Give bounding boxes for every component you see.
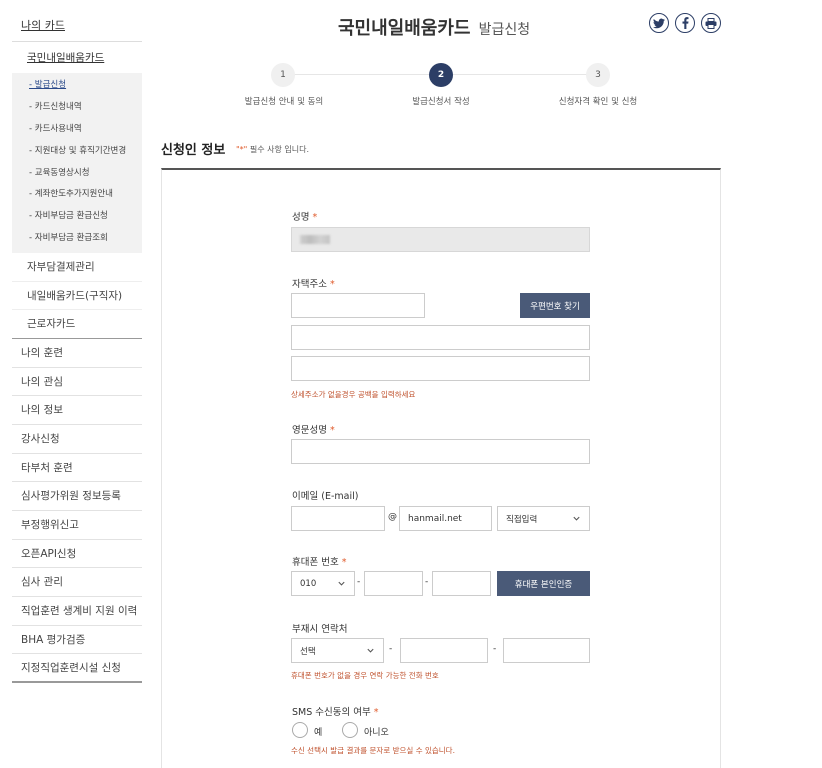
email-label: 이메일 (E-mail) [292,491,359,502]
step-3-label: 신청자격 확인 및 신청 [558,97,638,107]
sidebar-item-my-interest[interactable]: 나의 관심 [12,368,142,397]
sidebar-item-my-card[interactable]: 나의 카드 [12,8,142,42]
phone-label: 휴대폰 번호 * [292,554,346,568]
sms-no-radio[interactable] [342,722,358,738]
name-label-text: 성명 [292,212,310,223]
name-label: 성명 * [292,209,317,223]
sms-yes-radio[interactable] [292,722,308,738]
address-help-text: 상세주소가 없을경우 공백을 입력하세요 [291,390,416,399]
step-2-circle: 2 [429,63,453,87]
phone-middle-input[interactable] [364,571,423,596]
required-star: * [312,212,318,223]
alt-phone-area-value: 선택 [300,646,316,657]
english-name-label-text: 영문성명 [292,425,327,436]
sms-help-text: 수신 선택시 발급 결과를 문자로 받으실 수 있습니다. [291,746,455,755]
applicant-form [161,168,721,768]
sidebar-item-living-cost-history[interactable]: 직업훈련 생계비 지원 이력 [12,597,142,626]
sms-consent-label-text: SMS 수신동의 여부 [292,707,371,718]
address-label: 자택주소 * [292,276,335,290]
required-note-text: 필수 사항 입니다. [247,145,310,154]
sidebar-item-instructor-apply[interactable]: 강사신청 [12,425,142,454]
english-name-label: 영문성명 * [292,422,335,436]
sidebar-item-self-payment[interactable]: 자부담결제관리 [12,253,142,282]
page-title-sub: 발급신청 [478,22,531,38]
address-line1-input[interactable] [291,325,590,350]
alt-phone-dash: - [389,644,393,654]
sidebar-item-my-training[interactable]: 나의 훈련 [12,339,142,368]
required-note: "*" 필수 사항 입니다. [236,144,309,155]
email-id-input[interactable] [291,506,385,531]
alt-phone-area-select[interactable]: 선택 [291,638,384,663]
sidebar-item-facility-apply[interactable]: 지정직업훈련시설 신청 [12,654,142,684]
sidebar-subitem-refund-apply[interactable]: - 자비부담금 환급신청 [12,206,142,228]
sms-no-label[interactable]: 아니오 [364,725,389,738]
sms-consent-label: SMS 수신동의 여부 * [292,704,379,718]
required-star: * [373,707,379,718]
alt-phone-middle-input[interactable] [400,638,488,663]
sidebar-item-national-card[interactable]: 국민내일배움카드 [12,42,142,73]
sidebar-item-jobseeker-card[interactable]: 내일배움카드(구직자) [12,282,142,311]
print-icon[interactable] [701,13,721,33]
name-redacted [300,235,330,244]
email-at-sign: @ [388,512,397,522]
email-domain-select[interactable]: 직접입력 [497,506,590,531]
sidebar-item-other-ministry-training[interactable]: 타부처 훈련 [12,454,142,483]
address-line2-input[interactable] [291,356,590,381]
phone-dash: - [425,577,429,587]
page-title-main: 국민내일배움카드 [338,18,471,39]
facebook-icon[interactable] [675,13,695,33]
english-name-input[interactable] [291,439,590,464]
sidebar-subitem-application-history[interactable]: - 카드신청내역 [12,97,142,119]
required-star: * [341,557,347,568]
email-domain-select-value: 직접입력 [506,514,538,525]
step-3-circle: 3 [586,63,610,87]
sidebar-item-bha-evaluation[interactable]: BHA 평가검증 [12,626,142,655]
step-1-label: 발급신청 안내 및 동의 [244,97,324,107]
phone-prefix-value: 010 [300,578,317,589]
sidebar-subitem-education-video[interactable]: - 교육동영상시청 [12,163,142,185]
sidebar-item-openapi-apply[interactable]: 오픈API신청 [12,540,142,569]
chevron-down-icon [367,648,374,653]
sidebar-item-review-manage[interactable]: 심사 관리 [12,568,142,598]
sidebar-item-my-info[interactable]: 나의 정보 [12,396,142,425]
sidebar-subitem-usage-history[interactable]: - 카드사용내역 [12,119,142,141]
zipcode-input[interactable] [291,293,425,318]
phone-prefix-select[interactable]: 010 [291,571,355,596]
sidebar-submenu: - 발급신청 - 카드신청내역 - 카드사용내역 - 지원대상 및 휴직기간변경… [12,73,142,254]
step-2-label: 발급신청서 작성 [412,97,470,107]
twitter-icon[interactable] [649,13,669,33]
name-field[interactable] [291,227,590,252]
alt-phone-dash: - [493,644,497,654]
zipcode-search-button[interactable]: 우편번호 찾기 [520,293,590,318]
sms-yes-label[interactable]: 예 [314,725,322,738]
chevron-down-icon [573,516,580,521]
address-label-text: 자택주소 [292,279,327,290]
chevron-down-icon [338,581,345,586]
sidebar-item-worker-card[interactable]: 근로자카드 [12,310,142,339]
alt-phone-label: 부재시 연락처 [292,624,348,635]
sidebar-nav: 나의 카드 국민내일배움카드 - 발급신청 - 카드신청내역 - 카드사용내역 … [12,8,142,684]
sidebar-item-evaluator-register[interactable]: 심사평가위원 정보등록 [12,482,142,512]
section-title: 신청인 정보 [161,143,226,158]
phone-dash: - [357,577,361,587]
required-star: * [329,279,335,290]
page-title: 국민내일배움카드 발급신청 [338,14,530,40]
sidebar-subitem-eligibility-change[interactable]: - 지원대상 및 휴직기간변경 [12,141,142,163]
phone-last-input[interactable] [432,571,491,596]
phone-label-text: 휴대폰 번호 [292,557,339,568]
sidebar-subitem-limit-support[interactable]: - 계좌한도추가지원안내 [12,184,142,206]
email-domain-input[interactable]: hanmail.net [399,506,492,531]
required-note-mark: "*" [236,145,248,154]
sidebar-subitem-refund-inquiry[interactable]: - 자비부담금 환급조회 [12,228,142,250]
alt-phone-last-input[interactable] [503,638,590,663]
required-star: * [329,425,335,436]
step-1-circle: 1 [271,63,295,87]
sidebar-subitem-apply[interactable]: - 발급신청 [12,75,142,97]
alt-phone-help-text: 휴대폰 번호가 없을 경우 연락 가능한 전화 번호 [291,671,439,680]
phone-verify-button[interactable]: 휴대폰 본인인증 [497,571,590,596]
sidebar-item-misconduct-report[interactable]: 부정행위신고 [12,511,142,540]
